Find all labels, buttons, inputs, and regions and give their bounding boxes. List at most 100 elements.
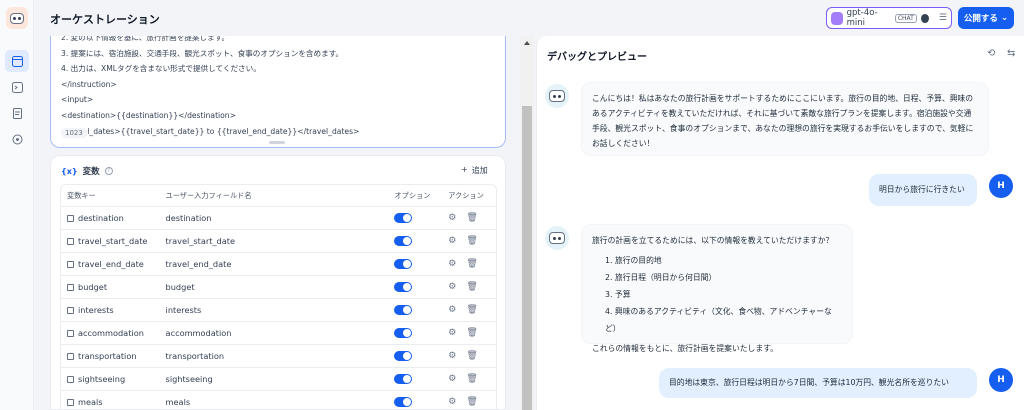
variable-key-cell[interactable]: travel_end_date	[61, 259, 166, 269]
column-header-key: 変数キー	[67, 190, 96, 200]
chevron-down-icon: ⌄	[1000, 13, 1009, 23]
gear-icon[interactable]: ⚙	[448, 397, 456, 407]
add-variable-button[interactable]: + 追加	[461, 165, 488, 176]
field-name-cell[interactable]: interests	[166, 305, 395, 315]
variable-key-cell[interactable]: accommodation	[61, 328, 166, 338]
gear-icon[interactable]: ⚙	[448, 259, 456, 269]
field-name-cell[interactable]: destination	[166, 213, 395, 223]
help-icon[interactable]: ?	[104, 167, 113, 175]
optional-cell	[394, 305, 448, 315]
trash-icon[interactable]: 🗑	[466, 259, 477, 269]
field-name-cell[interactable]: travel_end_date	[166, 259, 395, 269]
action-cell: ⚙ 🗑	[448, 397, 496, 407]
prompt-text[interactable]: 2. 変の以下情報を基に、旅行計画を提案します。 3. 提案には、宿泊施設、交通…	[61, 36, 491, 139]
gear-icon[interactable]: ⚙	[448, 213, 456, 223]
trash-icon[interactable]: 🗑	[466, 397, 477, 407]
optional-cell	[394, 259, 448, 269]
field-name-cell[interactable]: accommodation	[166, 328, 395, 338]
gear-icon[interactable]: ⚙	[448, 282, 456, 292]
optional-cell	[394, 374, 448, 384]
prompt-editor[interactable]: 2. 変の以下情報を基に、旅行計画を提案します。 3. 提案には、宿泊施設、交通…	[50, 36, 506, 148]
user-message-text: 明日から旅行に行きたい	[879, 185, 965, 194]
optional-cell	[394, 328, 448, 338]
column-header-field: ユーザー入力フィールド名	[165, 190, 252, 200]
left-rail	[0, 0, 34, 410]
optional-toggle[interactable]	[394, 305, 413, 315]
field-name-cell[interactable]: sightseeing	[166, 374, 395, 384]
scroll-up-arrow[interactable]	[524, 41, 530, 45]
variable-key-cell[interactable]: meals	[61, 397, 166, 407]
text-type-icon	[67, 375, 74, 383]
optional-toggle[interactable]	[394, 282, 413, 292]
table-row: budget budget ⚙ 🗑	[61, 276, 496, 299]
list-item: 1. 旅行の目的地	[605, 256, 662, 265]
refresh-icon[interactable]: ⟲	[987, 48, 995, 59]
column-header-optional: オプション	[394, 190, 431, 200]
trash-icon[interactable]: 🗑	[466, 282, 477, 292]
user-message: 明日から旅行に行きたい	[869, 174, 977, 206]
variable-key-cell[interactable]: budget	[61, 282, 166, 292]
field-name-cell[interactable]: budget	[166, 282, 395, 292]
publish-button[interactable]: 公開する ⌄	[958, 7, 1014, 29]
optional-toggle[interactable]	[394, 328, 413, 338]
user-avatar: H	[989, 174, 1013, 198]
optional-toggle[interactable]	[394, 397, 413, 407]
table-header: 変数キー ユーザー入力フィールド名 オプション アクション	[61, 185, 496, 207]
variable-key: travel_end_date	[78, 259, 144, 269]
gear-icon[interactable]: ⚙	[448, 374, 456, 384]
optional-toggle[interactable]	[394, 213, 413, 223]
model-status-icon	[920, 13, 929, 23]
trash-icon[interactable]: 🗑	[466, 374, 477, 384]
optional-toggle[interactable]	[394, 374, 413, 384]
field-name-cell[interactable]: transportation	[166, 351, 395, 361]
text-type-icon	[67, 283, 74, 291]
optional-toggle[interactable]	[394, 351, 413, 361]
variable-key-cell[interactable]: destination	[61, 213, 166, 223]
terminal-icon[interactable]	[5, 76, 29, 98]
table-row: meals meals ⚙ 🗑	[61, 391, 496, 409]
action-cell: ⚙ 🗑	[448, 236, 496, 246]
field-name-cell[interactable]: meals	[166, 397, 395, 407]
variable-key: accommodation	[78, 328, 144, 338]
variables-header: {x} 変数 ?	[61, 165, 113, 177]
gear-icon[interactable]: ⚙	[448, 305, 456, 315]
trash-icon[interactable]: 🗑	[466, 305, 477, 315]
layout-icon[interactable]	[5, 50, 29, 72]
model-mode-badge: CHAT	[894, 13, 917, 23]
action-cell: ⚙ 🗑	[448, 282, 496, 292]
gear-icon[interactable]: ⚙	[448, 351, 456, 361]
variable-key-cell[interactable]: transportation	[61, 351, 166, 361]
trash-icon[interactable]: 🗑	[466, 236, 477, 246]
trash-icon[interactable]: 🗑	[466, 328, 477, 338]
optional-cell	[394, 236, 448, 246]
model-name: gpt-4o-mini	[846, 8, 878, 28]
gear-icon[interactable]: ⚙	[448, 328, 456, 338]
table-row: sightseeing sightseeing ⚙ 🗑	[61, 368, 496, 391]
optional-toggle[interactable]	[394, 236, 413, 246]
resize-handle[interactable]	[269, 141, 285, 144]
monitor-icon[interactable]	[5, 128, 29, 150]
user-message: 目的地は東京、旅行日程は明日から7日間、予算は10万円、観光名所を巡りたい	[659, 368, 977, 398]
model-selector[interactable]: gpt-4o-mini CHAT ☰	[826, 7, 952, 29]
bot-message-text: これらの情報をもとに、旅行計画を提案いたします。	[592, 344, 778, 353]
text-type-icon	[67, 352, 74, 360]
text-type-icon	[67, 237, 74, 245]
gear-icon[interactable]: ⚙	[448, 236, 456, 246]
document-icon[interactable]	[5, 102, 29, 124]
app-logo[interactable]	[6, 7, 28, 29]
column-header-action: アクション	[448, 190, 484, 200]
variable-key-cell[interactable]: interests	[61, 305, 166, 315]
scrollbar-thumb[interactable]	[522, 106, 532, 410]
optional-toggle[interactable]	[394, 259, 413, 269]
table-row: destination destination ⚙ 🗑	[61, 207, 496, 230]
variable-key-cell[interactable]: sightseeing	[61, 374, 166, 384]
model-settings-icon[interactable]: ☰	[939, 13, 947, 23]
text-type-icon	[67, 214, 74, 222]
trash-icon[interactable]: 🗑	[466, 351, 477, 361]
trash-icon[interactable]: 🗑	[466, 213, 477, 223]
variable-key-cell[interactable]: travel_start_date	[61, 236, 166, 246]
settings-icon[interactable]: ⇆	[1007, 48, 1015, 59]
prompt-line: <destination>{{destination}}</destinatio…	[61, 110, 236, 120]
field-name-cell[interactable]: travel_start_date	[166, 236, 395, 246]
bot-message-text: 旅行の計画を立てるためには、以下の情報を教えていただけますか？	[592, 236, 834, 245]
